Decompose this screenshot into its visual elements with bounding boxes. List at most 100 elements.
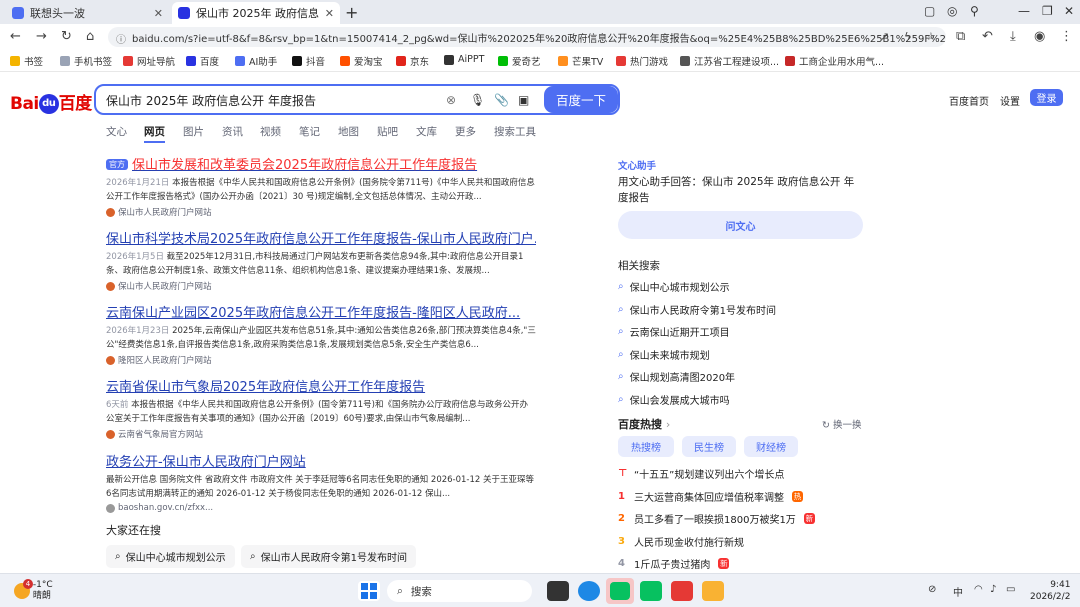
close-tab-icon[interactable]: ✕ bbox=[154, 7, 163, 20]
maximize-icon[interactable]: ❐ bbox=[1042, 4, 1053, 18]
image-search-icon[interactable]: ▣ bbox=[518, 93, 529, 107]
baidu-home-link[interactable]: 百度首页 bbox=[949, 93, 989, 108]
result-title-link[interactable]: 官方 保山市发展和改革委员会2025年政府信息公开工作年度报告 bbox=[106, 154, 536, 173]
system-clock[interactable]: 9:41 2026/2/2 bbox=[1030, 579, 1070, 603]
result-title-link[interactable]: 云南保山产业园区2025年政府信息公开工作年度报告-隆阳区人民政府... bbox=[106, 302, 536, 321]
edge-icon[interactable] bbox=[578, 581, 600, 601]
result-source[interactable]: 保山市人民政府门户网站 bbox=[106, 206, 536, 218]
hot-item[interactable]: 4 1斤瓜子贵过猪肉新 bbox=[618, 556, 730, 571]
microphone-icon[interactable]: 🎙 bbox=[470, 93, 485, 107]
bookmark-item[interactable]: 工商企业用水用气... bbox=[785, 54, 884, 68]
tab-wenku[interactable]: 文库 bbox=[416, 124, 437, 139]
clear-icon[interactable]: ⊗ bbox=[446, 93, 456, 107]
tab-wenxin[interactable]: 文心 bbox=[106, 124, 127, 139]
bookmark-item[interactable]: 爱淘宝 bbox=[340, 54, 383, 68]
star-icon[interactable]: ☆ bbox=[926, 30, 936, 43]
reload-icon[interactable]: ↻ bbox=[61, 29, 72, 44]
also-search-chip[interactable]: ⌕ 保山中心城市规划公示 bbox=[106, 545, 235, 568]
tab-more[interactable]: 更多 bbox=[455, 124, 476, 139]
start-icon[interactable] bbox=[358, 581, 380, 601]
tab-news[interactable]: 资讯 bbox=[222, 124, 243, 139]
bookmark-item[interactable]: 江苏省工程建设项... bbox=[680, 54, 779, 68]
battery-icon[interactable]: ▭ bbox=[1006, 584, 1015, 595]
result-title-link[interactable]: 保山市科学技术局2025年政府信息公开工作年度报告-保山市人民政府门户... bbox=[106, 228, 536, 247]
address-bar[interactable]: ⓘ baidu.com/s?ie=utf-8&f=8&rsv_bp=1&tn=1… bbox=[108, 27, 946, 47]
ime-indicator[interactable]: 中 bbox=[953, 584, 963, 599]
related-search-item[interactable]: ⌕ 保山会发展成大城市吗 bbox=[618, 392, 730, 407]
related-search-item[interactable]: ⌕ 云南保山近期开工项目 bbox=[618, 324, 730, 339]
folder-icon[interactable] bbox=[702, 581, 724, 601]
browser-tab-active[interactable]: 保山市 2025年 政府信息公开 年度 ✕ bbox=[172, 2, 340, 24]
tray-icon[interactable]: ⊘ bbox=[928, 584, 936, 595]
search-box[interactable]: 保山市 2025年 政府信息公开 年度报告 ⊗ 🎙 📎 ▣ bbox=[94, 84, 620, 115]
tab-map[interactable]: 地图 bbox=[338, 124, 359, 139]
search-button[interactable]: 百度一下 bbox=[544, 86, 618, 113]
hot-tab-livelihood[interactable]: 民生榜 bbox=[682, 436, 736, 457]
bookmark-item[interactable]: 热门游戏 bbox=[616, 54, 668, 68]
also-search-chip[interactable]: ⌕ 保山市人民政府令第1号发布时间 bbox=[241, 545, 416, 568]
chat-icon[interactable] bbox=[640, 581, 662, 601]
pin-icon[interactable]: ⚲ bbox=[970, 4, 979, 18]
forward-icon[interactable]: → bbox=[36, 29, 47, 44]
hot-item[interactable]: 3 人民币现金收付施行新规 bbox=[618, 534, 744, 549]
bookmark-item[interactable]: 京东 bbox=[396, 54, 429, 68]
hot-item[interactable]: 1 三大运营商集体回应增值税率调整热 bbox=[618, 489, 803, 504]
wenxin-question[interactable]: 用文心助手回答：保山市 2025年 政府信息公开 年度报告 bbox=[618, 174, 863, 206]
attach-icon[interactable]: 📎 bbox=[494, 93, 509, 107]
related-search-item[interactable]: ⌕ 保山市人民政府令第1号发布时间 bbox=[618, 302, 776, 317]
tab-tieba[interactable]: 贴吧 bbox=[377, 124, 398, 139]
result-title-link[interactable]: 政务公开-保山市人民政府门户网站 bbox=[106, 451, 536, 470]
tab-web[interactable]: 网页 bbox=[144, 124, 165, 143]
bookmark-item[interactable]: 抖音 bbox=[292, 54, 325, 68]
bookmark-item[interactable]: 百度 bbox=[186, 54, 219, 68]
tab-notes[interactable]: 笔记 bbox=[299, 124, 320, 139]
login-button[interactable]: 登录 bbox=[1030, 89, 1063, 106]
back-icon[interactable]: ← bbox=[10, 29, 21, 44]
refresh-hot-button[interactable]: ↻ 换一换 bbox=[822, 417, 862, 431]
history-icon[interactable]: ↶ bbox=[982, 29, 993, 44]
minimize-icon[interactable]: — bbox=[1018, 4, 1030, 18]
wps-icon[interactable] bbox=[671, 581, 693, 601]
bookmark-item[interactable]: 芒果TV bbox=[558, 54, 603, 68]
bookmark-item[interactable]: 书签 bbox=[10, 54, 43, 68]
result-source[interactable]: baoshan.gov.cn/zfxx... bbox=[106, 503, 536, 513]
related-search-item[interactable]: ⌕ 保山未来城市规划 bbox=[618, 347, 710, 362]
settings-link[interactable]: 设置 bbox=[1000, 93, 1020, 108]
wechat-icon[interactable] bbox=[606, 578, 634, 604]
browser-tab[interactable]: 联想头一波 ✕ bbox=[6, 2, 169, 24]
site-info-icon[interactable]: ⓘ bbox=[116, 31, 126, 46]
bolt-icon[interactable]: ϟ bbox=[904, 30, 911, 43]
new-tab-icon[interactable]: + bbox=[345, 3, 358, 22]
download-icon[interactable]: ⤓ bbox=[1010, 29, 1016, 44]
ask-wenxin-button[interactable]: 问文心 bbox=[618, 211, 863, 239]
gamepad-icon[interactable]: ◎ bbox=[947, 4, 957, 18]
result-source[interactable]: 云南省气象局官方网站 bbox=[106, 428, 536, 440]
profile-icon[interactable]: ◉ bbox=[1034, 29, 1045, 44]
bookmark-item[interactable]: 爱奇艺 bbox=[498, 54, 541, 68]
taskbar-search[interactable]: ⌕ 搜索 bbox=[387, 580, 532, 602]
hot-tab-finance[interactable]: 财经榜 bbox=[744, 436, 798, 457]
bookmark-item[interactable]: 网址导航 bbox=[123, 54, 175, 68]
tab-search-tools[interactable]: 搜索工具 bbox=[494, 124, 536, 139]
search-input[interactable]: 保山市 2025年 政府信息公开 年度报告 bbox=[106, 92, 316, 109]
related-search-item[interactable]: ⌕ 保山中心城市规划公示 bbox=[618, 279, 730, 294]
tab-video[interactable]: 视频 bbox=[260, 124, 281, 139]
task-view-icon[interactable] bbox=[547, 581, 569, 601]
tab-images[interactable]: 图片 bbox=[183, 124, 204, 139]
bookmark-item[interactable]: 手机书签 bbox=[60, 54, 112, 68]
baidu-logo[interactable]: Bai du 百度 bbox=[10, 89, 92, 114]
weather-widget[interactable]: 4 -1°C 晴朗 bbox=[14, 579, 53, 602]
hot-search-title[interactable]: 百度热搜 › bbox=[618, 416, 670, 432]
result-source[interactable]: 隆阳区人民政府门户网站 bbox=[106, 354, 536, 366]
hot-item[interactable]: ⊤ “十五五”规划建议列出六个增长点 bbox=[618, 466, 784, 481]
volume-icon[interactable]: ♪ bbox=[990, 584, 996, 595]
hot-item[interactable]: 2 员工多看了一眼挨损1800万被奖1万新 bbox=[618, 511, 815, 526]
close-window-icon[interactable]: ✕ bbox=[1064, 4, 1074, 18]
bookmark-item[interactable]: AI助手 bbox=[235, 54, 277, 68]
close-tab-icon[interactable]: ✕ bbox=[325, 7, 334, 20]
hot-tab-hot[interactable]: 热搜榜 bbox=[618, 436, 674, 457]
home-icon[interactable]: ⌂ bbox=[86, 29, 94, 44]
result-source[interactable]: 保山市人民政府门户网站 bbox=[106, 280, 536, 292]
result-title-link[interactable]: 云南省保山市气象局2025年政府信息公开工作年度报告 bbox=[106, 376, 536, 395]
extensions-icon[interactable]: ⧉ bbox=[956, 29, 965, 44]
